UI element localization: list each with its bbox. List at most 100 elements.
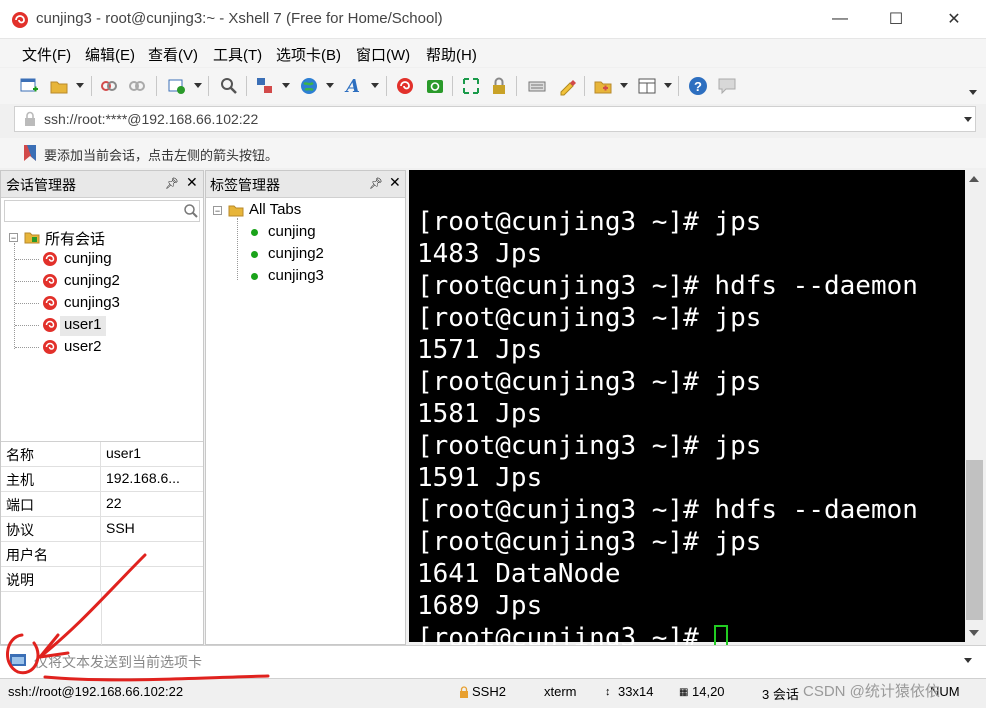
close-button[interactable]: ✕	[926, 0, 982, 38]
terminal-line: [root@cunjing3 ~]# hdfs --daemon	[417, 495, 918, 525]
toolbar-separator	[452, 76, 453, 96]
menu-help[interactable]: 帮助(H)	[426, 44, 477, 65]
status-address: ssh://root@192.168.66.102:22	[8, 684, 184, 699]
session-item[interactable]: user2	[64, 338, 102, 355]
search-icon[interactable]	[183, 203, 199, 219]
tree-guide	[237, 218, 239, 280]
property-value: 22	[106, 495, 122, 511]
status-size: 33x14	[618, 684, 654, 699]
tab-item[interactable]: cunjing3	[268, 267, 324, 284]
terminal-output[interactable]: [root@cunjing3 ~]# jps 1483 Jps [root@cunj…	[417, 174, 918, 686]
session-item[interactable]: cunjing3	[64, 294, 120, 311]
scroll-down-icon[interactable]	[969, 630, 979, 636]
toolbar-separator	[678, 76, 679, 96]
menu-view[interactable]: 查看(V)	[148, 44, 198, 65]
tab-item[interactable]: cunjing2	[268, 245, 324, 262]
address-input[interactable]: ssh://root:****@192.168.66.102:22	[44, 111, 258, 127]
chat-icon[interactable]	[716, 75, 738, 97]
add-folder-icon[interactable]	[592, 75, 614, 97]
bookmark-arrow-icon[interactable]	[22, 144, 38, 162]
terminal-line: 1689 Jps	[417, 591, 543, 621]
transfer-icon[interactable]	[254, 75, 276, 97]
chevron-down-icon[interactable]	[371, 83, 379, 88]
tab-manager-title: 标签管理器	[210, 177, 280, 193]
lock-icon[interactable]	[488, 75, 510, 97]
menu-file[interactable]: 文件(F)	[22, 44, 71, 65]
send-dropdown-icon[interactable]	[964, 658, 972, 663]
help-icon[interactable]: ?	[687, 75, 709, 97]
menu-window[interactable]: 窗口(W)	[356, 44, 410, 65]
menu-tabs[interactable]: 选项卡(B)	[276, 44, 341, 65]
property-key: 端口	[1, 492, 101, 516]
tree-guide	[15, 347, 39, 348]
toolbar-separator	[386, 76, 387, 96]
collapse-icon[interactable]: −	[9, 233, 18, 243]
chevron-down-icon[interactable]	[194, 83, 202, 88]
property-value: SSH	[106, 520, 135, 536]
terminal-line: 1571 Jps	[417, 335, 543, 365]
property-value: 192.168.6...	[106, 470, 180, 486]
reconnect-icon[interactable]	[98, 75, 120, 97]
tree-root-all-tabs[interactable]: All Tabs	[249, 201, 301, 218]
pin-icon[interactable]: 📌︎	[369, 177, 383, 190]
terminal-line: 1591 Jps	[417, 463, 543, 493]
chevron-down-icon[interactable]	[326, 83, 334, 88]
chevron-down-icon[interactable]	[620, 83, 628, 88]
fullscreen-icon[interactable]	[460, 75, 482, 97]
scroll-up-icon[interactable]	[969, 176, 979, 182]
close-icon[interactable]: ✕	[389, 174, 401, 191]
close-icon[interactable]: ✕	[186, 174, 198, 191]
maximize-button[interactable]: ☐	[868, 0, 924, 38]
property-row: 主机 192.168.6...	[1, 467, 203, 492]
session-item-selected[interactable]: user1	[64, 316, 102, 333]
property-key: 协议	[1, 517, 101, 541]
xshell-app-icon	[12, 12, 28, 28]
scrollbar-thumb[interactable]	[966, 460, 983, 620]
collapse-icon[interactable]: −	[213, 206, 222, 216]
terminal-line: [root@cunjing3 ~]# jps	[417, 207, 762, 237]
menu-edit[interactable]: 编辑(E)	[85, 44, 135, 65]
menu-tools[interactable]: 工具(T)	[213, 44, 262, 65]
window-title: cunjing3 - root@cunjing3:~ - Xshell 7 (F…	[36, 10, 443, 27]
xshell-icon[interactable]	[394, 75, 416, 97]
highlight-icon[interactable]	[556, 75, 578, 97]
status-cursor: 14,20	[692, 684, 725, 699]
globe-icon[interactable]	[298, 75, 320, 97]
tab-item[interactable]: cunjing	[268, 223, 316, 240]
tree-guide	[15, 303, 39, 304]
tab-active-dot-icon	[251, 251, 258, 258]
minimize-button[interactable]: —	[812, 0, 868, 38]
layout-icon[interactable]	[636, 75, 658, 97]
new-session-icon[interactable]	[18, 75, 40, 97]
toolbar-separator	[516, 76, 517, 96]
session-item[interactable]: cunjing2	[64, 272, 120, 289]
session-search-input[interactable]	[4, 200, 200, 222]
new-tab-icon[interactable]	[166, 75, 188, 97]
chevron-down-icon[interactable]	[664, 83, 672, 88]
folder-icon	[24, 232, 40, 244]
terminal-line: [root@cunjing3 ~]# hdfs --daemon	[417, 271, 918, 301]
disconnect-icon[interactable]	[126, 75, 148, 97]
terminal-line: [root@cunjing3 ~]# jps	[417, 527, 762, 557]
tab-active-dot-icon	[251, 273, 258, 280]
toolbar-overflow-icon[interactable]	[969, 90, 977, 95]
open-folder-icon[interactable]	[48, 75, 70, 97]
terminal-line: [root@cunjing3 ~]# jps	[417, 367, 762, 397]
chevron-down-icon[interactable]	[76, 83, 84, 88]
find-icon[interactable]	[218, 75, 240, 97]
address-dropdown-icon[interactable]	[964, 117, 972, 122]
session-item[interactable]: cunjing	[64, 250, 112, 267]
pin-icon[interactable]: 📌︎	[165, 177, 179, 190]
property-value: user1	[106, 445, 142, 461]
chevron-down-icon[interactable]	[282, 83, 290, 88]
keyboard-icon[interactable]	[526, 75, 548, 97]
font-icon[interactable]: A	[342, 75, 364, 97]
xftp-icon[interactable]	[424, 75, 446, 97]
tree-root-all-sessions[interactable]: 所有会话	[45, 228, 105, 249]
tree-guide	[15, 281, 39, 282]
property-row: 协议 SSH	[1, 517, 203, 542]
session-icon	[43, 318, 57, 332]
status-protocol: SSH2	[472, 684, 506, 699]
svg-text:?: ?	[694, 79, 702, 94]
hint-text: 要添加当前会话，点击左侧的箭头按钮。	[44, 148, 279, 163]
